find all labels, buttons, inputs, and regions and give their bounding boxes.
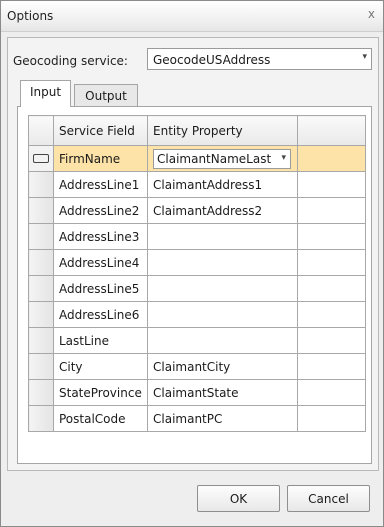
entity-property-dropdown[interactable]: ClaimantNameLast ▾: [153, 148, 291, 169]
row-header[interactable]: [28, 327, 54, 354]
entity-property-dropdown-value: ClaimantNameLast: [157, 151, 272, 166]
row-header[interactable]: [28, 223, 54, 250]
table-row[interactable]: StateProvince ClaimantState: [28, 379, 366, 406]
column-header-entity-property[interactable]: Entity Property: [147, 115, 298, 146]
row-header[interactable]: [28, 171, 54, 198]
row-header[interactable]: [28, 379, 54, 406]
options-dialog: Options x Geocoding service: GeocodeUSAd…: [0, 0, 384, 527]
table-row[interactable]: PostalCode ClaimantPC: [28, 405, 366, 432]
entity-property-cell[interactable]: ClaimantState: [147, 379, 298, 406]
table-row[interactable]: AddressLine2 ClaimantAddress2: [28, 197, 366, 224]
row-header[interactable]: [28, 197, 54, 224]
title-bar: Options x: [1, 1, 383, 32]
filler-cell: [297, 275, 366, 302]
dialog-title: Options: [7, 9, 54, 23]
ok-button[interactable]: OK: [197, 485, 280, 512]
entity-property-cell[interactable]: ClaimantNameLast ▾: [147, 145, 298, 172]
ok-button-label: OK: [229, 492, 248, 506]
table-row[interactable]: FirmName ClaimantNameLast ▾: [28, 145, 366, 172]
entity-property-cell[interactable]: [147, 327, 298, 354]
current-row-indicator-icon: [33, 154, 49, 163]
service-field-cell[interactable]: AddressLine4: [53, 249, 148, 276]
row-header[interactable]: [28, 145, 54, 172]
row-header[interactable]: [28, 405, 54, 432]
row-header[interactable]: [28, 353, 54, 380]
service-field-cell[interactable]: City: [53, 353, 148, 380]
table-row[interactable]: AddressLine3: [28, 223, 366, 250]
service-field-cell[interactable]: FirmName: [53, 145, 148, 172]
entity-property-cell[interactable]: ClaimantAddress1: [147, 171, 298, 198]
cancel-button-label: Cancel: [308, 492, 349, 506]
filler-cell: [297, 249, 366, 276]
service-field-cell[interactable]: StateProvince: [53, 379, 148, 406]
entity-property-cell[interactable]: ClaimantPC: [147, 405, 298, 432]
column-header-service-field[interactable]: Service Field: [53, 115, 148, 146]
row-header[interactable]: [28, 275, 54, 302]
row-header[interactable]: [28, 249, 54, 276]
service-field-cell[interactable]: LastLine: [53, 327, 148, 354]
entity-property-cell[interactable]: [147, 275, 298, 302]
filler-cell: [297, 353, 366, 380]
entity-property-cell[interactable]: [147, 249, 298, 276]
filler-cell: [297, 405, 366, 432]
chevron-down-icon: ▾: [362, 52, 367, 62]
service-field-cell[interactable]: AddressLine1: [53, 171, 148, 198]
table-row[interactable]: LastLine: [28, 327, 366, 354]
close-icon[interactable]: x: [368, 7, 375, 21]
service-field-cell[interactable]: AddressLine3: [53, 223, 148, 250]
table-row[interactable]: AddressLine6: [28, 301, 366, 328]
table-row[interactable]: City ClaimantCity: [28, 353, 366, 380]
service-field-cell[interactable]: AddressLine6: [53, 301, 148, 328]
table-row[interactable]: AddressLine5: [28, 275, 366, 302]
filler-cell: [297, 223, 366, 250]
service-field-cell[interactable]: AddressLine5: [53, 275, 148, 302]
geocoding-service-value: GeocodeUSAddress: [153, 53, 271, 67]
chevron-down-icon: ▾: [281, 152, 286, 163]
tab-input-label: Input: [29, 85, 62, 99]
service-field-cell[interactable]: AddressLine2: [53, 197, 148, 224]
entity-property-cell[interactable]: [147, 301, 298, 328]
filler-cell: [297, 145, 366, 172]
service-field-cell[interactable]: PostalCode: [53, 405, 148, 432]
entity-property-cell[interactable]: [147, 223, 298, 250]
input-tab-page: Service Field Entity Property FirmName C…: [17, 106, 372, 464]
geocoding-service-label: Geocoding service:: [13, 54, 128, 68]
tab-input[interactable]: Input: [20, 80, 71, 107]
table-row[interactable]: AddressLine4: [28, 249, 366, 276]
row-header[interactable]: [28, 301, 54, 328]
entity-property-cell[interactable]: ClaimantCity: [147, 353, 298, 380]
grid-header-row: Service Field Entity Property: [28, 115, 366, 146]
tab-output-label: Output: [85, 89, 127, 103]
tab-output[interactable]: Output: [74, 84, 138, 107]
entity-property-cell[interactable]: ClaimantAddress2: [147, 197, 298, 224]
filler-cell: [297, 327, 366, 354]
table-row[interactable]: AddressLine1 ClaimantAddress1: [28, 171, 366, 198]
filler-cell: [297, 301, 366, 328]
options-panel: Geocoding service: GeocodeUSAddress ▾ In…: [7, 37, 379, 471]
column-header-filler: [297, 115, 366, 146]
cancel-button[interactable]: Cancel: [287, 485, 370, 512]
geocoding-service-dropdown[interactable]: GeocodeUSAddress ▾: [147, 48, 372, 70]
field-mapping-grid: Service Field Entity Property FirmName C…: [28, 115, 366, 432]
row-header-column: [28, 115, 54, 146]
filler-cell: [297, 379, 366, 406]
filler-cell: [297, 197, 366, 224]
filler-cell: [297, 171, 366, 198]
